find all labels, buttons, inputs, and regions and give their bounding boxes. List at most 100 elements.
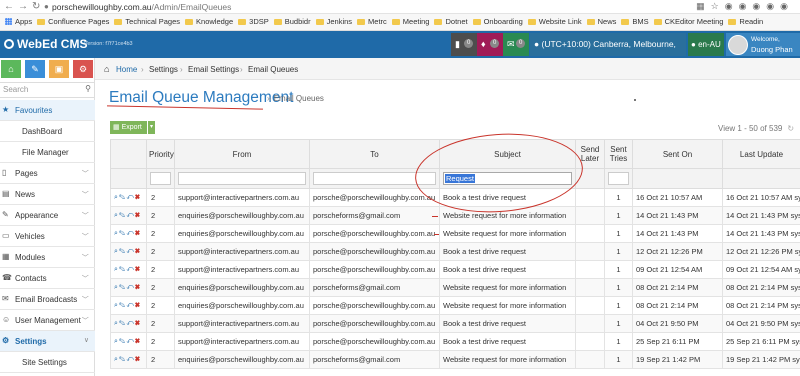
sidebar-search-input[interactable]: Search ⚲	[0, 82, 95, 98]
delete-icon[interactable]: ✖	[135, 266, 141, 273]
bookmark-item[interactable]: Readin	[728, 17, 763, 26]
export-dropdown-icon[interactable]: ▾	[147, 121, 155, 134]
resend-icon[interactable]: ↶	[126, 212, 134, 219]
bookmark-item[interactable]: Website Link	[527, 17, 582, 26]
welcome-label: Welcome,	[751, 36, 780, 43]
logo[interactable]: WebEd CMS	[4, 37, 87, 51]
sidebar-item-vehicles[interactable]: ▭ Vehicles 〈	[0, 226, 95, 247]
folder-icon	[621, 19, 630, 25]
sent-tries-filter-input[interactable]	[608, 172, 629, 185]
page-title: Email Queue Management	[109, 89, 294, 106]
delete-icon[interactable]: ✖	[135, 194, 141, 201]
table-row[interactable]: ⌕✎↶✖ 2 enquiries@porschewilloughby.com.au p…	[110, 224, 800, 243]
delete-icon[interactable]: ✖	[135, 248, 141, 255]
user-menu[interactable]: Welcome, Duong Phan	[726, 33, 800, 56]
bookmark-item[interactable]: Onboarding	[472, 17, 523, 26]
sidebar-item-email-broadcasts[interactable]: ✉ Email Broadcasts 〈	[0, 289, 95, 310]
breadcrumb-settings[interactable]: Settings	[149, 65, 178, 74]
sidebar-item-dashboard[interactable]: DashBoard	[0, 121, 95, 142]
bookmark-item[interactable]: Confluence Pages	[37, 17, 109, 26]
col-from-header[interactable]: From	[174, 139, 310, 169]
table-row[interactable]: ⌕✎↶✖ 2 support@interactivepartners.com.au p…	[110, 332, 800, 351]
sidebar-item-contacts[interactable]: ☎ Contacts 〈	[0, 268, 95, 289]
bookmark-item[interactable]: Dotnet	[434, 17, 468, 26]
server-badge[interactable]: ▮ 0	[451, 33, 477, 56]
resend-icon[interactable]: ↶	[126, 248, 134, 255]
col-last-update-header[interactable]: Last Update	[722, 139, 800, 169]
col-sent-tries-header[interactable]: Sent Tries	[604, 139, 633, 169]
sidebar-item-modules[interactable]: ▦ Modules 〈	[0, 247, 95, 268]
delete-icon[interactable]: ✖	[135, 338, 141, 345]
resend-icon[interactable]: ↶	[126, 230, 134, 237]
resend-icon[interactable]: ↶	[126, 266, 134, 273]
breadcrumb-email-settings[interactable]: Email Settings	[188, 65, 239, 74]
table-row[interactable]: ⌕✎↶✖ 2 support@interactivepartners.com.au p…	[110, 242, 800, 261]
reload-icon[interactable]: ↻	[32, 1, 40, 12]
bookmark-label: Readin	[739, 17, 764, 26]
mail-badge[interactable]: ✉ 0	[503, 33, 529, 56]
col-priority-header[interactable]: Priority	[146, 139, 175, 169]
resend-icon[interactable]: ↶	[126, 320, 134, 327]
sidebar-item-appearance[interactable]: ✎ Appearance 〈	[0, 205, 95, 226]
delete-icon[interactable]: ✖	[135, 302, 141, 309]
home-icon[interactable]: ⌂	[104, 64, 109, 74]
delete-icon[interactable]: ✖	[135, 284, 141, 291]
sidebar-item-site-settings[interactable]: Site Settings	[0, 352, 95, 373]
bookmark-item[interactable]: BMS	[621, 17, 649, 26]
notification-badge[interactable]: ♦ 0	[477, 33, 503, 56]
sidebar-item-news[interactable]: ▤ News 〈	[0, 184, 95, 205]
delete-icon[interactable]: ✖	[135, 356, 141, 363]
timezone-selector[interactable]: ● (UTC+10:00) Canberra, Melbourne, Sydne…	[530, 33, 686, 72]
search-icon[interactable]: ⚲	[85, 84, 91, 93]
home-quick-button[interactable]: ⌂	[1, 60, 21, 78]
sidebar-item-favourites[interactable]: ★ Favourites	[0, 100, 95, 121]
export-button[interactable]: ▦ Export ▾	[110, 121, 155, 134]
settings-quick-button[interactable]: ⚙	[73, 60, 93, 78]
bookmark-item[interactable]: Jenkins	[315, 17, 352, 26]
bookmark-item[interactable]: Meeting	[391, 17, 429, 26]
resend-icon[interactable]: ↶	[126, 302, 134, 309]
bookmark-item[interactable]: Budbidr	[273, 17, 311, 26]
resend-icon[interactable]: ↶	[126, 194, 134, 201]
cell-last-update: 14 Oct 21 1:43 PM system	[722, 224, 800, 243]
sidebar-item-settings[interactable]: ⚙ Settings ∨	[0, 331, 95, 352]
table-row[interactable]: ⌕✎↶✖ 2 enquiries@porschewilloughby.com.au p…	[110, 206, 800, 225]
breadcrumb-home[interactable]: Home	[116, 65, 137, 74]
back-icon[interactable]: ←	[4, 1, 14, 12]
refresh-icon[interactable]: ↻	[787, 124, 794, 133]
bookmark-item[interactable]: Knowledge	[185, 17, 233, 26]
bookmark-item[interactable]: News	[586, 17, 616, 26]
delete-icon[interactable]: ✖	[135, 320, 141, 327]
chevron-icon: 〈	[82, 211, 90, 219]
box-quick-button[interactable]: ▣	[49, 60, 69, 78]
url-field[interactable]: porschewilloughby.com.au/Admin/EmailQueu…	[52, 2, 231, 12]
forward-icon[interactable]: →	[18, 1, 28, 12]
pencil-quick-button[interactable]: ✎	[25, 60, 45, 78]
bookmark-item[interactable]: Apps	[5, 17, 32, 26]
chevron-icon: ∨	[83, 337, 89, 344]
priority-filter-input[interactable]	[150, 172, 171, 185]
table-row[interactable]: ⌕✎↶✖ 2 support@interactivepartners.com.au p…	[110, 314, 800, 333]
bookmark-item[interactable]: Metrc	[357, 17, 387, 26]
from-filter-input[interactable]	[178, 172, 306, 185]
sidebar-item-user-management[interactable]: ☺ User Management 〈	[0, 310, 95, 331]
cell-priority: 2	[146, 224, 175, 243]
table-row[interactable]: ⌕✎↶✖ 2 support@interactivepartners.com.au p…	[110, 260, 800, 279]
delete-icon[interactable]: ✖	[135, 230, 141, 237]
browser-toolbar-icons[interactable]: ▦☆◉◉◉◉◉	[696, 1, 794, 12]
table-row[interactable]: ⌕✎↶✖ 2 enquiries@porschewilloughby.com.au p…	[110, 278, 800, 297]
resend-icon[interactable]: ↶	[126, 338, 134, 345]
sidebar-item-pages[interactable]: ▯ Pages 〈	[0, 163, 95, 184]
col-sent-on-header[interactable]: Sent On	[632, 139, 723, 169]
sidebar-item-file-manager[interactable]: File Manager	[0, 142, 95, 163]
bookmark-item[interactable]: Technical Pages	[114, 17, 180, 26]
language-selector[interactable]: ● en-AU	[688, 33, 724, 56]
resend-icon[interactable]: ↶	[126, 356, 134, 363]
sidebar-item-label: Modules	[15, 253, 46, 262]
table-row[interactable]: ⌕✎↶✖ 2 enquiries@porschewilloughby.com.au p…	[110, 296, 800, 315]
bookmark-item[interactable]: CKEditor Meeting	[653, 17, 723, 26]
delete-icon[interactable]: ✖	[135, 212, 141, 219]
bookmark-item[interactable]: 3DSP	[238, 17, 269, 26]
resend-icon[interactable]: ↶	[126, 284, 134, 291]
table-row[interactable]: ⌕✎↶✖ 2 enquiries@porschewilloughby.com.au p…	[110, 350, 800, 369]
